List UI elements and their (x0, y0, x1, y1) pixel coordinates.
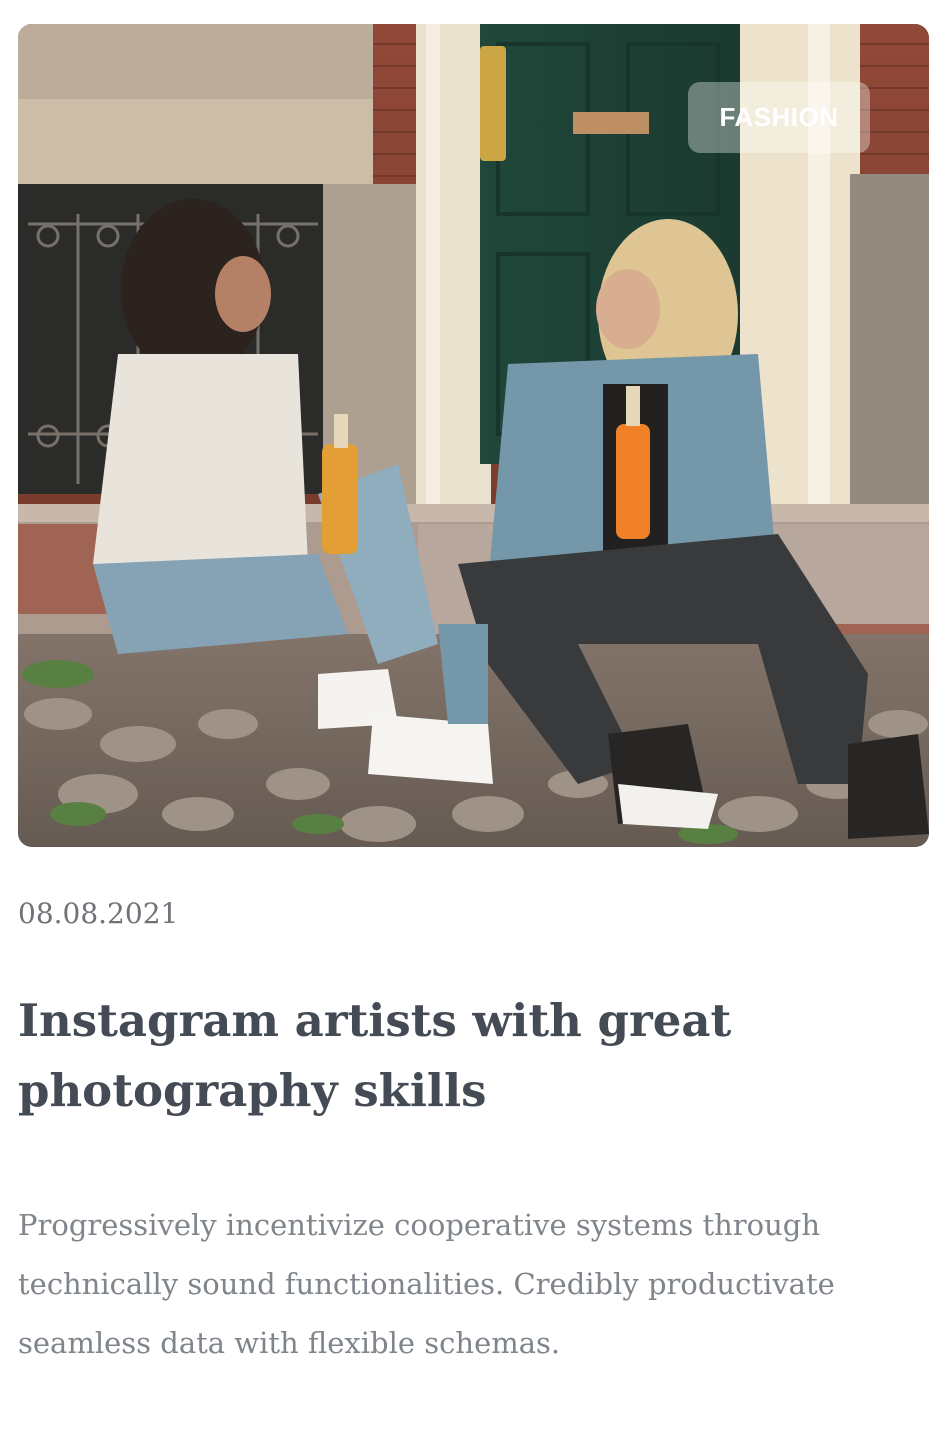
post-image-link[interactable]: FASHION (18, 24, 929, 847)
blog-post-card: FASHION 08.08.2021 Instagram artists wit… (18, 24, 929, 1360)
category-tag[interactable]: FASHION (688, 82, 870, 153)
post-title[interactable]: Instagram artists with great photography… (18, 986, 929, 1126)
post-date: 08.08.2021 (18, 897, 179, 930)
post-excerpt: Progressively incentivize cooperative sy… (18, 1208, 835, 1360)
